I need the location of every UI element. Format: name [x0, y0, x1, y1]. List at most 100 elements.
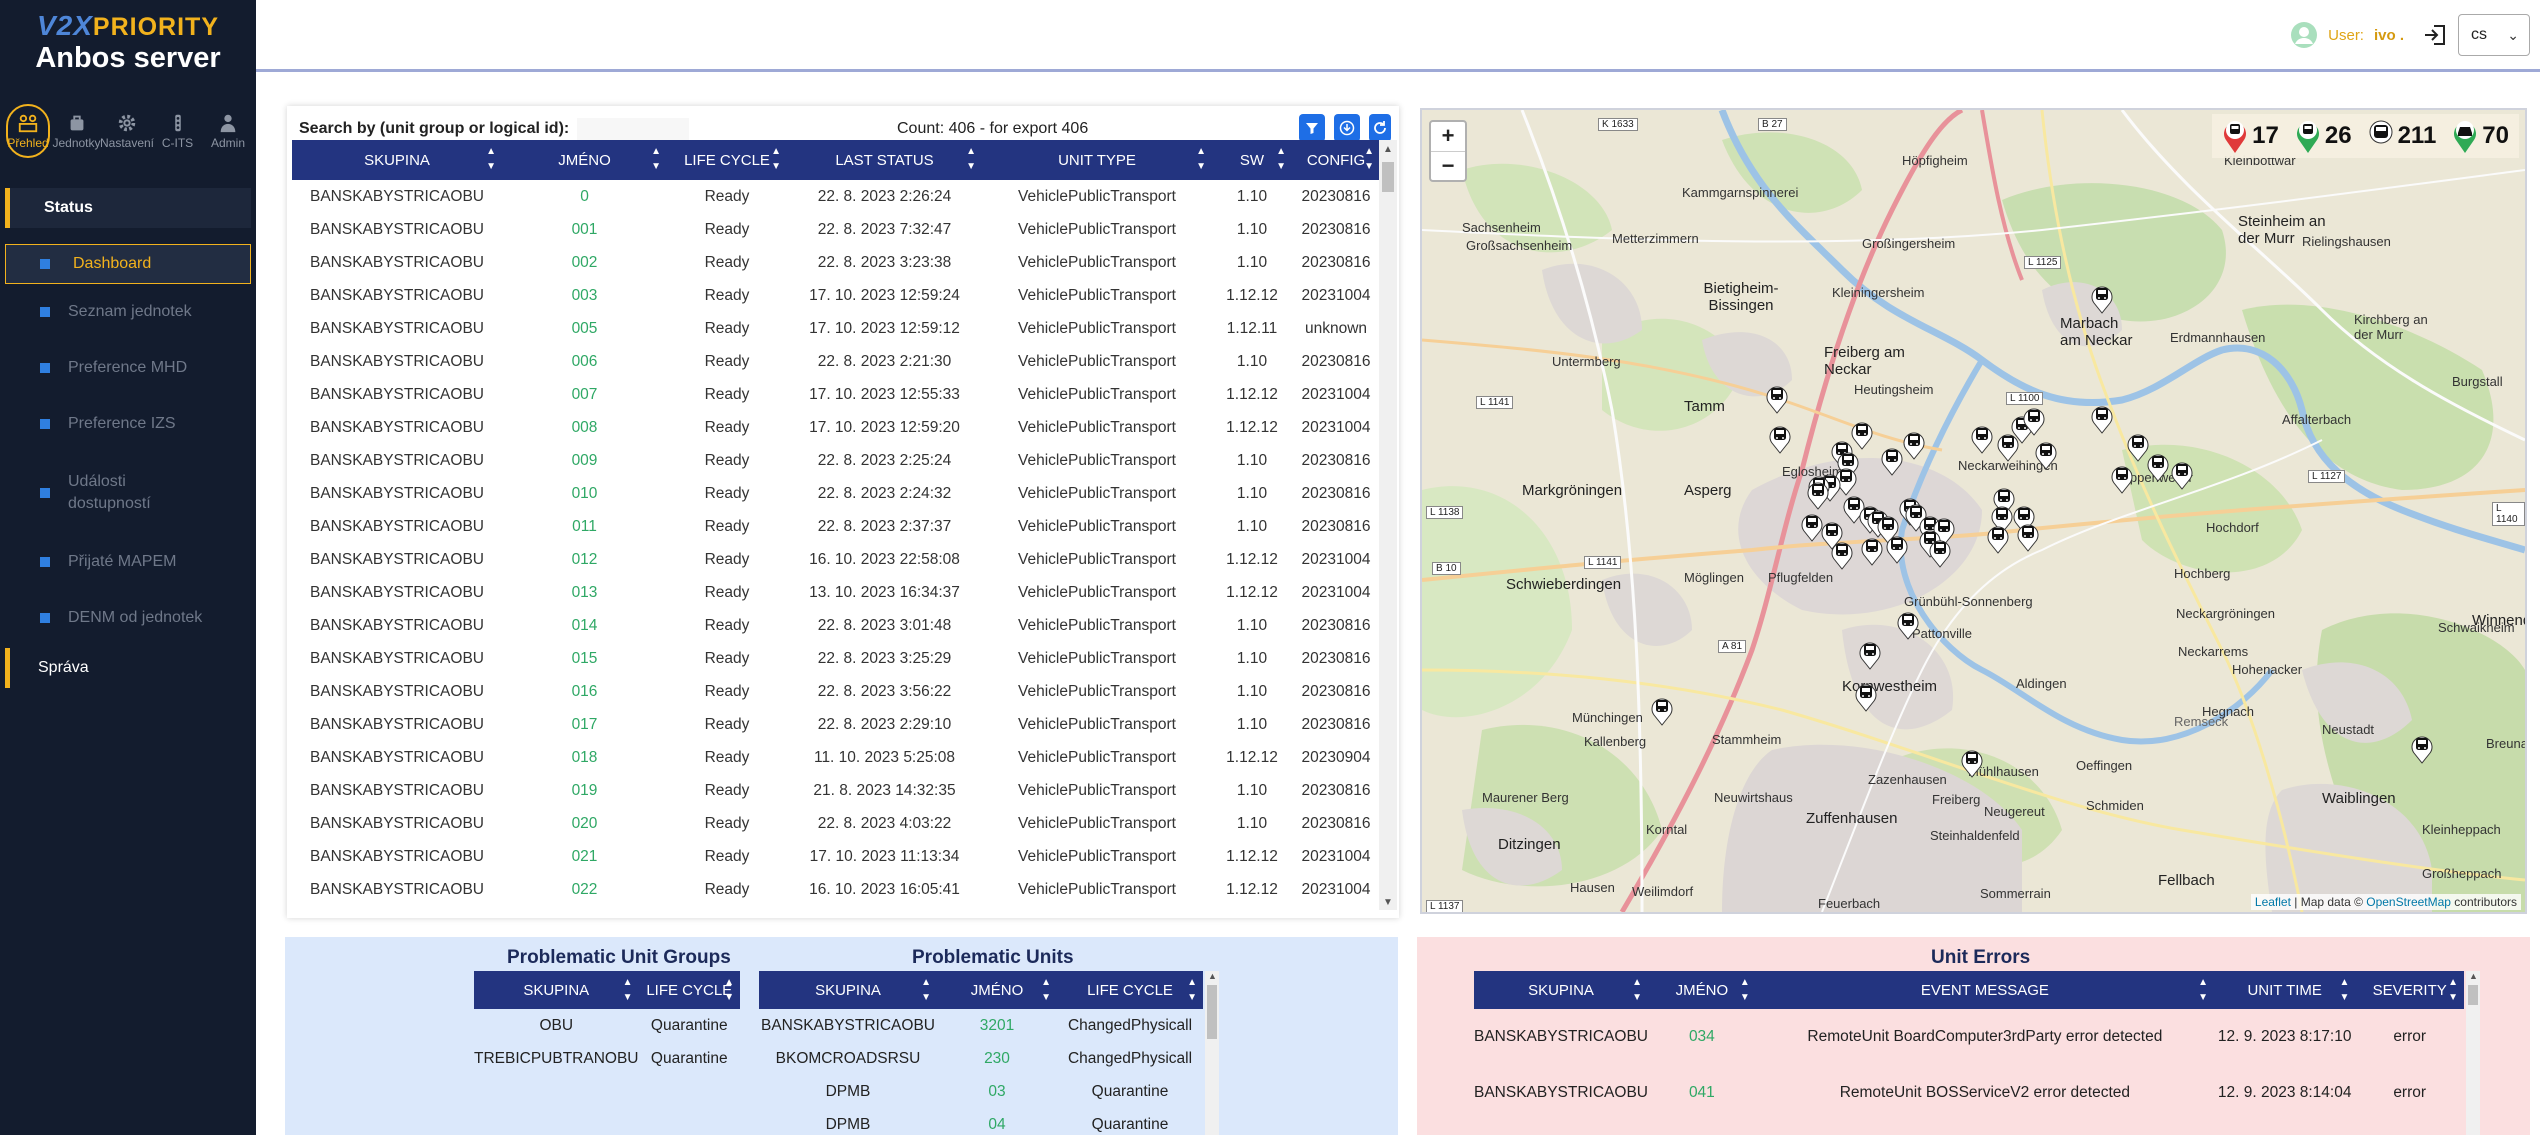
table-cell[interactable]: 04: [937, 1108, 1057, 1135]
table-cell[interactable]: 003: [502, 279, 667, 312]
zoom-in-button[interactable]: +: [1431, 122, 1465, 152]
table-cell[interactable]: 017: [502, 708, 667, 741]
column-header-life-cycle[interactable]: LIFE CYCLE ▲ ▼: [667, 140, 787, 180]
table-row[interactable]: OBU Quarantine: [474, 1009, 740, 1042]
map-panel[interactable]: Sachsenheim Großsachsenheim Kammgarnspin…: [1422, 110, 2525, 912]
table-cell[interactable]: 020: [502, 807, 667, 840]
side-section-sprava[interactable]: Správa: [5, 648, 251, 688]
table-cell[interactable]: 013: [502, 576, 667, 609]
sort-icon[interactable]: ▲ ▼: [1187, 975, 1197, 1005]
bus-marker-icon[interactable]: [1897, 610, 1919, 645]
table-cell[interactable]: 021: [502, 840, 667, 873]
sort-icon[interactable]: ▲ ▼: [651, 144, 661, 174]
table-row[interactable]: BANSKABYSTRICAOBU 020 Ready 22. 8. 2023 4:0…: [292, 807, 1380, 840]
table-row[interactable]: TREBICPUBTRANOBU Quarantine: [474, 1042, 740, 1075]
table-row[interactable]: BANSKABYSTRICAOBU 001 Ready 22. 8. 2023 7:3…: [292, 213, 1380, 246]
sort-icon[interactable]: ▲ ▼: [1041, 975, 1051, 1005]
bus-marker-icon[interactable]: [1855, 682, 1877, 717]
sort-icon[interactable]: ▲ ▼: [921, 975, 931, 1005]
table-row[interactable]: BANSKABYSTRICAOBU 021 Ready 17. 10. 2023 11…: [292, 840, 1380, 873]
table-row[interactable]: BANSKABYSTRICAOBU 017 Ready 22. 8. 2023 2:2…: [292, 708, 1380, 741]
bus-marker-icon[interactable]: [1807, 480, 1829, 515]
scroll-up-icon[interactable]: ▲: [2469, 971, 2478, 981]
table-row[interactable]: BANSKABYSTRICAOBU 0 Ready 22. 8. 2023 2:26:…: [292, 180, 1380, 213]
table-cell[interactable]: 0: [502, 180, 667, 213]
column-header-skupina[interactable]: SKUPINA ▲ ▼: [759, 971, 937, 1009]
bus-marker-icon[interactable]: [1769, 424, 1791, 459]
sort-icon[interactable]: ▲ ▼: [1196, 144, 1206, 174]
table-cell[interactable]: 005: [502, 312, 667, 345]
sort-icon[interactable]: ▲ ▼: [2339, 975, 2349, 1005]
table-row[interactable]: BKOMCROADSRSU 230 ChangedPhysicall: [759, 1042, 1203, 1075]
bus-marker-icon[interactable]: [1971, 424, 1993, 459]
osm-link[interactable]: OpenStreetMap: [2366, 895, 2451, 909]
table-cell[interactable]: 041: [1648, 1065, 1756, 1121]
table-row[interactable]: BANSKABYSTRICAOBU 015 Ready 22. 8. 2023 3:2…: [292, 642, 1380, 675]
sort-icon[interactable]: ▲ ▼: [1740, 975, 1750, 1005]
bus-marker-icon[interactable]: [1766, 384, 1788, 419]
bus-marker-icon[interactable]: [1987, 524, 2009, 559]
bus-marker-icon[interactable]: [2411, 734, 2433, 769]
column-header-unit-type[interactable]: UNIT TYPE ▲ ▼: [982, 140, 1212, 180]
bus-marker-icon[interactable]: [2091, 284, 2113, 319]
scroll-up-icon[interactable]: ▲: [1208, 971, 1217, 981]
bus-marker-icon[interactable]: [1929, 538, 1951, 573]
nav-admin[interactable]: Admin: [204, 104, 252, 158]
bus-marker-icon[interactable]: [1886, 534, 1908, 569]
table-row[interactable]: BANSKABYSTRICAOBU 041 RemoteUnit BOSServic…: [1474, 1065, 2464, 1121]
sort-icon[interactable]: ▲ ▼: [486, 144, 496, 174]
table-cell[interactable]: 230: [937, 1042, 1057, 1075]
column-header-skupina[interactable]: SKUPINA ▲ ▼: [1474, 971, 1648, 1009]
table-row[interactable]: BANSKABYSTRICAOBU 016 Ready 22. 8. 2023 3:5…: [292, 675, 1380, 708]
table-row[interactable]: BANSKABYSTRICAOBU 018 Ready 11. 10. 2023 5:…: [292, 741, 1380, 774]
table-cell[interactable]: 009: [502, 444, 667, 477]
problematic-units-scrollbar[interactable]: ▲: [1205, 971, 1219, 1135]
bus-marker-icon[interactable]: [1851, 420, 1873, 455]
side-item-prijate-mapem[interactable]: Přijaté MAPEM: [0, 534, 256, 590]
units-scrollbar[interactable]: ▲ ▼: [1379, 140, 1397, 910]
scroll-up-icon[interactable]: ▲: [1383, 144, 1393, 155]
nav-jednotky[interactable]: Jednotky: [52, 104, 101, 158]
scroll-thumb[interactable]: [2468, 985, 2478, 1005]
table-row[interactable]: BANSKABYSTRICAOBU 007 Ready 17. 10. 2023 12…: [292, 378, 1380, 411]
table-cell[interactable]: 011: [502, 510, 667, 543]
table-cell[interactable]: 012: [502, 543, 667, 576]
table-row[interactable]: BANSKABYSTRICAOBU 3201 ChangedPhysicall: [759, 1009, 1203, 1042]
table-row[interactable]: BANSKABYSTRICAOBU 006 Ready 22. 8. 2023 2:2…: [292, 345, 1380, 378]
bus-marker-icon[interactable]: [2171, 460, 2193, 495]
table-cell[interactable]: 010: [502, 477, 667, 510]
refresh-button[interactable]: [1369, 114, 1391, 142]
side-item-preference-mhd[interactable]: Preference MHD: [0, 340, 256, 396]
table-row[interactable]: BANSKABYSTRICAOBU 010 Ready 22. 8. 2023 2:2…: [292, 477, 1380, 510]
side-item-denm[interactable]: DENM od jednotek: [0, 590, 256, 646]
column-header-life-cycle[interactable]: LIFE CYCLE ▲ ▼: [638, 971, 740, 1009]
table-row[interactable]: DPMB 04 Quarantine: [759, 1108, 1203, 1135]
table-row[interactable]: BANSKABYSTRICAOBU 012 Ready 16. 10. 2023 22…: [292, 543, 1380, 576]
leaflet-link[interactable]: Leaflet: [2255, 895, 2291, 909]
table-row[interactable]: BANSKABYSTRICAOBU 008 Ready 17. 10. 2023 12…: [292, 411, 1380, 444]
table-cell[interactable]: 022: [502, 873, 667, 906]
column-header-jm-no[interactable]: JMÉNO ▲ ▼: [937, 971, 1057, 1009]
column-header-life-cycle[interactable]: LIFE CYCLE ▲ ▼: [1057, 971, 1203, 1009]
sort-icon[interactable]: ▲ ▼: [966, 144, 976, 174]
table-row[interactable]: BANSKABYSTRICAOBU 011 Ready 22. 8. 2023 2:3…: [292, 510, 1380, 543]
table-cell[interactable]: 002: [502, 246, 667, 279]
table-cell[interactable]: 016: [502, 675, 667, 708]
bus-marker-icon[interactable]: [2127, 432, 2149, 467]
table-cell[interactable]: 015: [502, 642, 667, 675]
bus-marker-icon[interactable]: [1651, 696, 1673, 731]
table-cell[interactable]: 008: [502, 411, 667, 444]
zoom-out-button[interactable]: −: [1431, 152, 1465, 181]
sort-icon[interactable]: ▲ ▼: [2448, 975, 2458, 1005]
export-button[interactable]: [1334, 114, 1360, 142]
table-cell[interactable]: 007: [502, 378, 667, 411]
scroll-thumb[interactable]: [1382, 162, 1394, 192]
bus-marker-icon[interactable]: [2111, 464, 2133, 499]
column-header-jm-no[interactable]: JMÉNO ▲ ▼: [1648, 971, 1756, 1009]
bus-marker-icon[interactable]: [1801, 512, 1823, 547]
filter-button[interactable]: [1299, 114, 1325, 142]
logout-icon[interactable]: [2422, 22, 2448, 48]
table-cell[interactable]: 014: [502, 609, 667, 642]
column-header-last-status[interactable]: LAST STATUS ▲ ▼: [787, 140, 982, 180]
sort-icon[interactable]: ▲ ▼: [623, 975, 633, 1005]
